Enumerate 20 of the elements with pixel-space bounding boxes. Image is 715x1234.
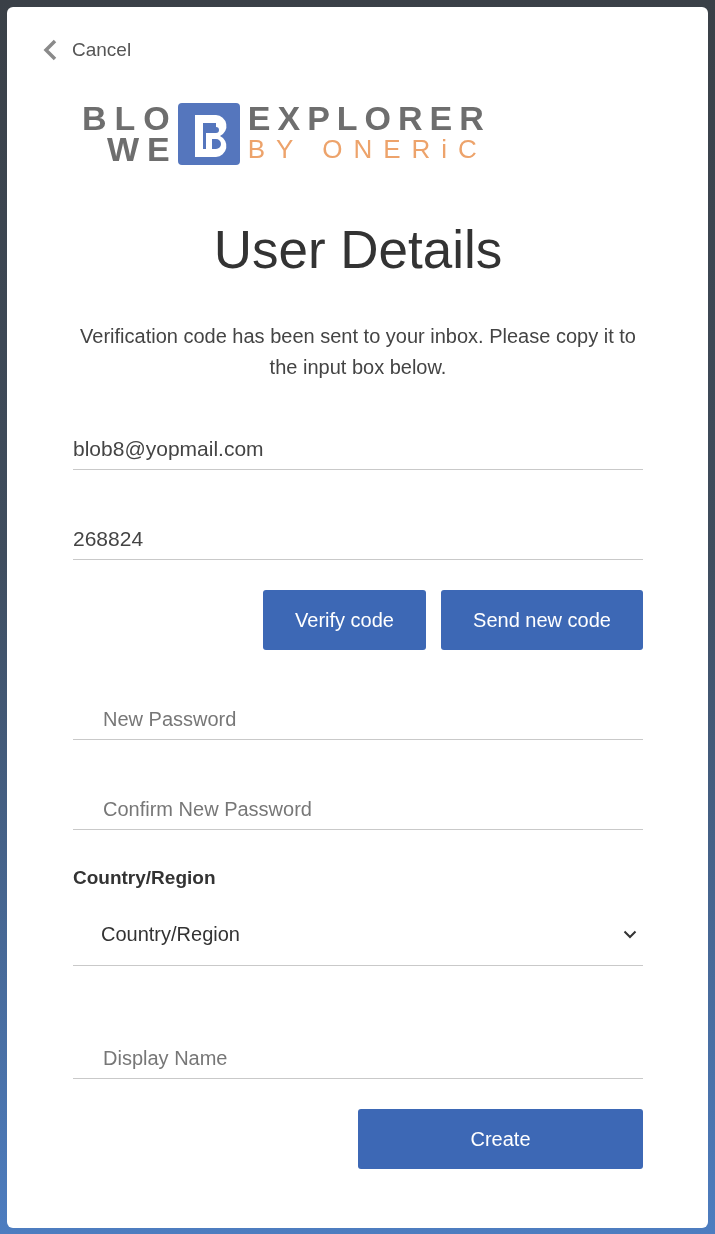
intro-text: Verification code has been sent to your inbox. Please copy it to the input box below. <box>79 324 637 380</box>
page-title: User Details <box>212 220 504 280</box>
chevron-left-icon <box>42 39 58 61</box>
chevron-down-icon <box>623 929 637 939</box>
logo-tagline: BY ONERiC <box>247 134 488 165</box>
logo-text: WE <box>107 134 178 165</box>
text-field[interactable]: 268824 <box>73 519 643 560</box>
cancel-link[interactable]: Cancel <box>42 38 132 62</box>
logo-text: EXPLORER <box>247 103 491 134</box>
country-select[interactable]: Country/Region <box>73 903 643 966</box>
create-button[interactable]: Create <box>358 1109 643 1169</box>
password-field[interactable]: New Password <box>73 699 643 740</box>
verify-code-button[interactable]: Verify code <box>263 590 426 650</box>
text-field[interactable]: Display Name <box>73 1038 643 1079</box>
send-code-button[interactable]: Send new code <box>441 590 643 650</box>
logo-text: BLO <box>82 103 178 134</box>
text-field[interactable]: blob8@yopmail.com <box>73 429 643 470</box>
password-field[interactable]: Confirm New Password <box>73 789 643 830</box>
logo-tile-icon <box>177 103 240 165</box>
field-label: Country/Region <box>73 866 217 890</box>
